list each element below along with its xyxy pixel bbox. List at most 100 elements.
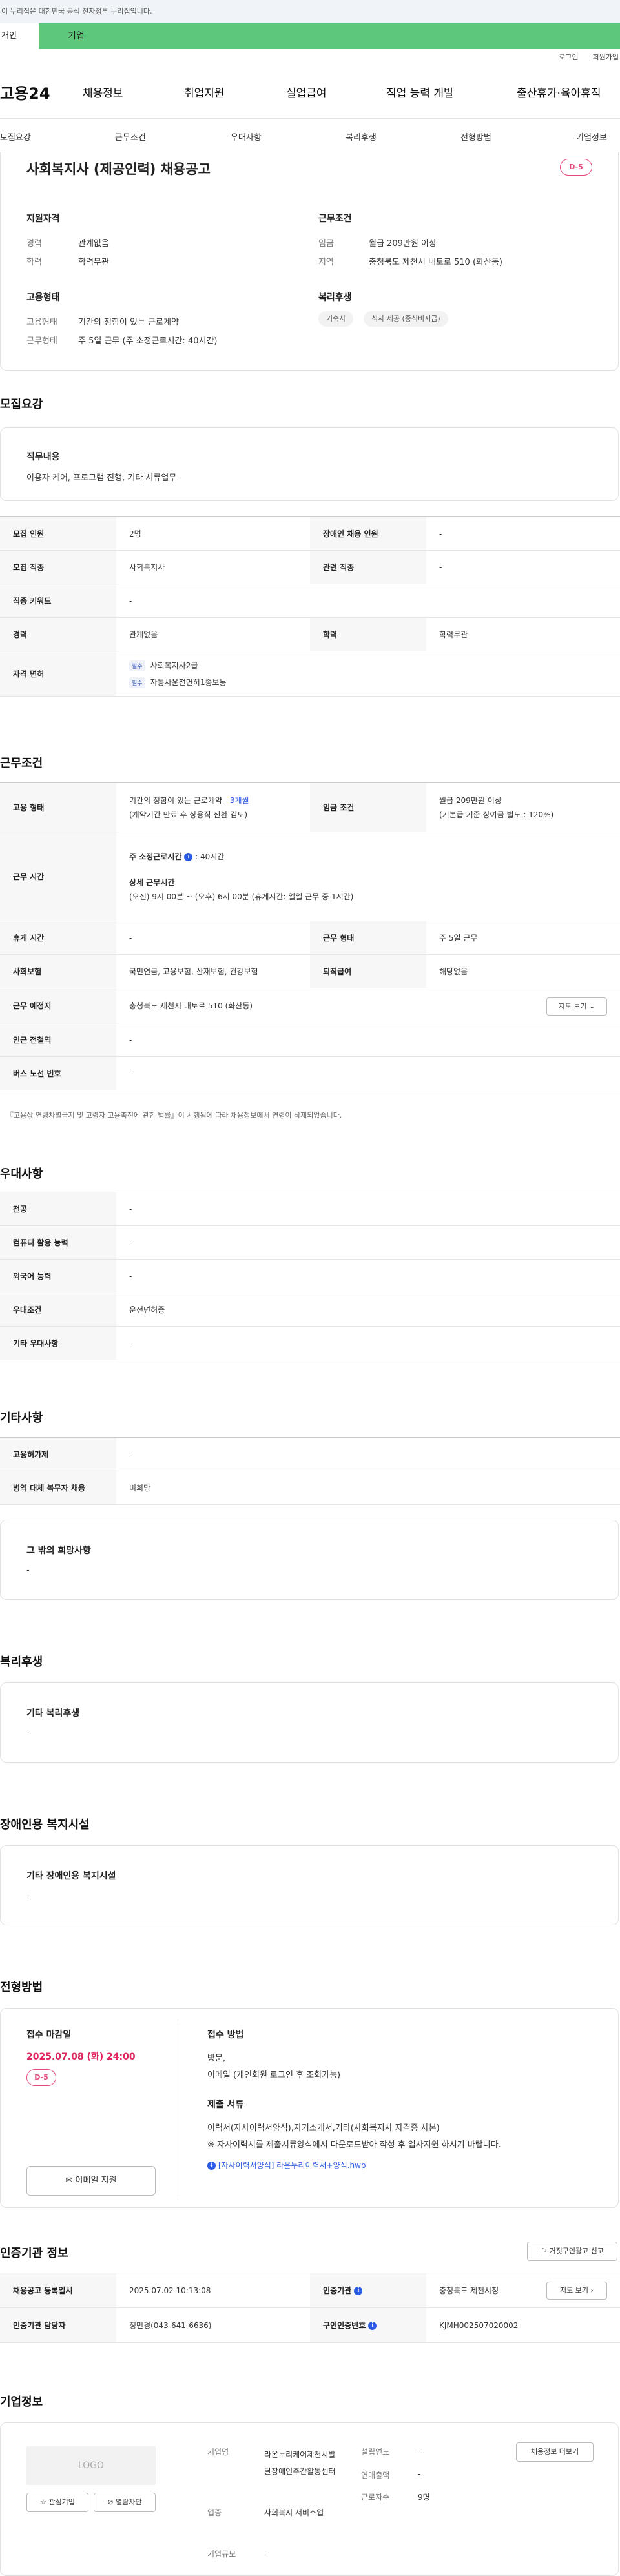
- row-key: 직종 키워드: [0, 584, 116, 618]
- industry-value: 사회복지 서비스업: [264, 2508, 324, 2517]
- preferences-table: 전공 - 컴퓨터 활용 능력 - 외국어 능력 - 우대조건 운전면허증 기타 우대사항…: [0, 1192, 620, 1360]
- tab-personal[interactable]: 개인: [0, 23, 39, 49]
- row-key: 학력: [310, 617, 426, 651]
- conditions-table: 고용 형태 기간의 정함이 있는 근로계약 - 3개월 (계약기간 만료 후 상용직…: [0, 782, 620, 1090]
- row-value: 비희망: [116, 1471, 620, 1505]
- org-key: 인증기관: [323, 2286, 352, 2295]
- row-value: -: [116, 1437, 620, 1471]
- row-value: 주 5일 근무: [426, 921, 620, 955]
- emptype-text: 기간의 정함이 있는 근로계약 -: [129, 795, 230, 805]
- dday-badge: D-5: [26, 2069, 56, 2086]
- weekly-hours-value: : 40시간: [195, 852, 225, 861]
- recruit-heading: 모집요강: [0, 398, 43, 411]
- row-value: -: [116, 584, 620, 618]
- more-jobs-button[interactable]: 채용정보 더보기: [516, 2442, 594, 2462]
- info-icon[interactable]: i: [354, 2287, 363, 2295]
- login-link[interactable]: 로그인: [559, 49, 578, 66]
- row-key: 모집 직종: [0, 550, 116, 584]
- gnb-job-info[interactable]: 채용정보: [83, 84, 123, 100]
- license-cell: 필수 사회복지사2급 필수 자동차운전면허1종보통: [116, 651, 620, 697]
- map-button[interactable]: 지도 보기 ⌄: [546, 997, 607, 1016]
- section-nav-conditions[interactable]: 근무조건: [115, 130, 146, 143]
- email-apply-button[interactable]: ✉ 이메일 지원: [26, 2166, 156, 2196]
- tab-company[interactable]: 기업: [39, 23, 620, 49]
- process-heading: 전형방법: [0, 1981, 43, 1994]
- deadline-value: 2025.07.08 (화) 24:00: [26, 2052, 136, 2062]
- emp-heading: 고용형태: [26, 292, 60, 303]
- row-value: -: [426, 550, 620, 584]
- row-value: 해당없음: [426, 954, 620, 988]
- site-logo[interactable]: 고용24: [0, 81, 50, 103]
- other-wish-heading: 그 밖의 희망사항: [26, 1546, 91, 1556]
- signup-link[interactable]: 회원가입: [593, 49, 619, 66]
- gnb-unemployment-benefit[interactable]: 실업급여: [286, 84, 327, 100]
- emptype-key: 고용형태: [26, 318, 57, 327]
- favorite-company-button[interactable]: ☆ 관심기업: [26, 2493, 88, 2512]
- wage-value: 월급 209만원 이상: [369, 239, 437, 249]
- company-logo-placeholder: LOGO: [26, 2446, 156, 2485]
- gnb-employment-support[interactable]: 취업지원: [184, 84, 225, 100]
- row-key-num: 구인인증번호 i: [310, 2307, 426, 2343]
- row-value: -: [426, 516, 620, 551]
- size-value: -: [264, 2548, 267, 2557]
- section-nav-company[interactable]: 기업정보: [576, 130, 607, 143]
- welfare-heading: 복리후생: [318, 292, 352, 303]
- row-key: 기타 우대사항: [0, 1326, 116, 1360]
- row-key: 병역 대체 복무자 채용: [0, 1471, 116, 1505]
- duty-heading: 직무내용: [26, 452, 60, 462]
- workplace-cell: 충청북도 제천시 내토로 510 (화산동) 지도 보기 ⌄: [116, 988, 620, 1023]
- gnb-vocational-training[interactable]: 직업 능력 개발: [386, 84, 454, 100]
- company-heading: 기업정보: [0, 2395, 43, 2409]
- preferences-heading: 우대사항: [0, 1167, 43, 1181]
- welfare-box: 기타 복리후생 -: [0, 1682, 619, 1763]
- section-nav-recruit[interactable]: 모집요강: [0, 130, 31, 143]
- row-value: 학력무관: [426, 617, 620, 651]
- star-icon: ☆: [40, 2498, 46, 2506]
- other-wish-box: 그 밖의 희망사항 -: [0, 1520, 619, 1600]
- row-key: 휴게 시간: [0, 921, 116, 955]
- emptype-value: 기간의 정함이 있는 근로계약: [78, 318, 179, 327]
- contract-period-link[interactable]: 3개월: [230, 796, 249, 805]
- workform-value: 주 5일 근무 (주 소정근로시간: 40시간): [78, 336, 218, 346]
- row-value: 관계없음: [116, 617, 310, 651]
- workplace-value: 충청북도 제천시 내토로 510 (화산동): [129, 1001, 253, 1010]
- section-nav-preferences[interactable]: 우대사항: [231, 130, 262, 143]
- row-key: 경력: [0, 617, 116, 651]
- row-key: 외국어 능력: [0, 1259, 116, 1293]
- detail-hours-value: (오전) 9시 00분 ~ (오후) 6시 00분 (휴게시간: 일일 근무 중…: [129, 892, 354, 901]
- row-key: 우대조건: [0, 1293, 116, 1327]
- docs-line: ※ 자사이력서를 제출서류양식에서 다운로드받아 작성 후 입사지원 하시기 바…: [207, 2140, 501, 2150]
- work-heading: 근무조건: [318, 214, 352, 224]
- audience-tabs: 개인 기업: [0, 23, 620, 49]
- row-key: 자격 면허: [0, 651, 116, 697]
- method-line: 방문,: [207, 2054, 226, 2063]
- company-name-key: 기업명: [207, 2448, 229, 2457]
- report-button[interactable]: ⚐ 거짓구인광고 신고: [527, 2242, 617, 2261]
- license-item: 자동차운전면허1종보통: [150, 677, 227, 687]
- career-value: 관계없음: [78, 239, 109, 249]
- attachment-link[interactable]: [자사이력서양식] 라온누리이력서+양식.hwp: [218, 2161, 366, 2170]
- summary-card: 사회복지사 (제공인력) 채용공고 D-5 지원자격 경력 관계없음 학력 학력…: [0, 152, 619, 371]
- etc-table: 고용허가제 - 병역 대체 복무자 채용 비희망: [0, 1437, 620, 1505]
- license-item: 사회복지사2급: [150, 660, 198, 670]
- section-nav-process[interactable]: 전형방법: [460, 130, 491, 143]
- sales-value: -: [418, 2469, 421, 2479]
- disability-box-value: -: [26, 1891, 30, 1901]
- download-icon[interactable]: ↓: [207, 2162, 216, 2170]
- edu-key: 학력: [26, 258, 42, 267]
- welfare-box-heading: 기타 복리후생: [26, 1708, 80, 1719]
- org-map-button[interactable]: 지도 보기 ›: [546, 2282, 607, 2300]
- required-badge: 필수: [129, 660, 145, 671]
- row-key: 근무 형태: [310, 921, 426, 955]
- block-company-button[interactable]: ⊘ 열람차단: [94, 2493, 156, 2512]
- global-nav: 고용24 채용정보 취업지원 실업급여 직업 능력 개발 출산휴가·육아휴직: [0, 66, 620, 119]
- gnb-parental-leave[interactable]: 출산휴가·육아휴직: [517, 84, 601, 100]
- row-key: 퇴직급여: [310, 954, 426, 988]
- row-value: KJMH002507020002: [426, 2307, 620, 2343]
- num-key: 구인인증번호: [323, 2321, 366, 2330]
- section-nav-welfare[interactable]: 복리후생: [346, 130, 377, 143]
- row-value: -: [116, 1192, 620, 1226]
- row-key: 인근 전철역: [0, 1023, 116, 1057]
- info-icon[interactable]: i: [368, 2322, 377, 2330]
- info-icon[interactable]: i: [184, 852, 193, 861]
